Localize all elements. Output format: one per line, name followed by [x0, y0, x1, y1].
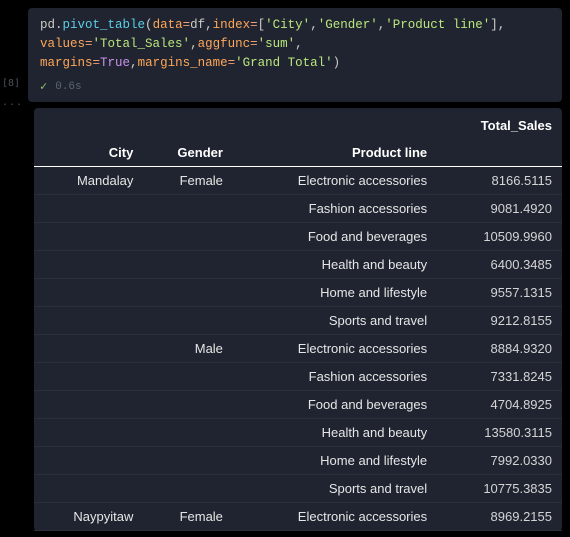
cell-city — [34, 223, 143, 251]
cell-city — [34, 307, 143, 335]
table-row: Health and beauty13580.3115 — [34, 419, 562, 447]
check-icon: ✓ — [40, 78, 47, 96]
table-row: Sports and travel9212.8155 — [34, 307, 562, 335]
cell-value: 9081.4920 — [437, 195, 562, 223]
cell-product: Home and lifestyle — [233, 447, 437, 475]
cell-gender — [143, 279, 233, 307]
table-row: Sports and travel10775.3835 — [34, 475, 562, 503]
idx-gender: Gender — [143, 139, 233, 167]
code-line-1: pd.pivot_table(data=df,index=['City','Ge… — [40, 16, 550, 35]
cell-product: Food and beverages — [233, 391, 437, 419]
table-row: NaypyitawFemaleElectronic accessories896… — [34, 503, 562, 531]
cell-gender — [143, 307, 233, 335]
cell-product: Sports and travel — [233, 475, 437, 503]
cell-product: Sports and travel — [233, 307, 437, 335]
idx-product: Product line — [233, 139, 437, 167]
cell-product: Electronic accessories — [233, 503, 437, 531]
cell-value: 8969.2155 — [437, 503, 562, 531]
cell-city: Mandalay — [34, 167, 143, 195]
cell-product: Fashion accessories — [233, 195, 437, 223]
cell-status: ✓ 0.6s — [40, 78, 550, 96]
cell-value: 10509.9960 — [437, 223, 562, 251]
cell-product: Health and beauty — [233, 419, 437, 447]
table-row: Home and lifestyle9557.1315 — [34, 279, 562, 307]
cell-product: Fashion accessories — [233, 363, 437, 391]
cell-value: 7992.0330 — [437, 447, 562, 475]
cell-value: 8166.5115 — [437, 167, 562, 195]
table-row: MandalayFemaleElectronic accessories8166… — [34, 167, 562, 195]
code-cell[interactable]: pd.pivot_table(data=df,index=['City','Ge… — [28, 8, 562, 102]
cell-city — [34, 391, 143, 419]
cell-gender: Male — [143, 335, 233, 363]
table-row: Health and beauty6400.3485 — [34, 251, 562, 279]
cell-product: Health and beauty — [233, 251, 437, 279]
cell-value: 6400.3485 — [437, 251, 562, 279]
cell-value: 7331.8245 — [437, 363, 562, 391]
cell-gutter: [8] ... — [2, 78, 23, 108]
cell-city — [34, 335, 143, 363]
cell-gender — [143, 195, 233, 223]
cell-gender — [143, 223, 233, 251]
cell-city — [34, 279, 143, 307]
cell-value: 10775.3835 — [437, 475, 562, 503]
cell-city: Naypyitaw — [34, 503, 143, 531]
cell-value: 4704.8925 — [437, 391, 562, 419]
idx-city: City — [34, 139, 143, 167]
cell-city — [34, 195, 143, 223]
table-row: MaleElectronic accessories8884.9320 — [34, 335, 562, 363]
table-row: Home and lifestyle7992.0330 — [34, 447, 562, 475]
table-row: Fashion accessories9081.4920 — [34, 195, 562, 223]
cell-value: 8884.9320 — [437, 335, 562, 363]
table-row: Fashion accessories7331.8245 — [34, 363, 562, 391]
table-row: Food and beverages10509.9960 — [34, 223, 562, 251]
cell-value: 13580.3115 — [437, 419, 562, 447]
code-line-2: values='Total_Sales',aggfunc='sum', — [40, 35, 550, 54]
cell-gender — [143, 475, 233, 503]
cell-gender — [143, 363, 233, 391]
cell-product: Home and lifestyle — [233, 279, 437, 307]
table-row: Food and beverages4704.8925 — [34, 391, 562, 419]
col-total-sales: Total_Sales — [437, 112, 562, 139]
cell-gender — [143, 391, 233, 419]
cell-city — [34, 475, 143, 503]
cell-gender — [143, 419, 233, 447]
cell-gender: Female — [143, 167, 233, 195]
cell-product: Electronic accessories — [233, 167, 437, 195]
cell-city — [34, 419, 143, 447]
cell-product: Electronic accessories — [233, 335, 437, 363]
cell-city — [34, 363, 143, 391]
cell-product: Food and beverages — [233, 223, 437, 251]
cell-gender — [143, 447, 233, 475]
cell-value: 9557.1315 — [437, 279, 562, 307]
exec-count: [8] — [2, 78, 23, 89]
cell-value: 9212.8155 — [437, 307, 562, 335]
cell-city — [34, 447, 143, 475]
ellipsis-icon[interactable]: ... — [2, 97, 23, 108]
cell-gender — [143, 251, 233, 279]
cell-gender: Female — [143, 503, 233, 531]
output-area: Total_Sales City Gender Product line Man… — [34, 108, 562, 531]
pivot-table: Total_Sales City Gender Product line Man… — [34, 112, 562, 531]
code-line-3: margins=True,margins_name='Grand Total') — [40, 54, 550, 73]
exec-time: 0.6s — [55, 79, 81, 96]
cell-city — [34, 251, 143, 279]
